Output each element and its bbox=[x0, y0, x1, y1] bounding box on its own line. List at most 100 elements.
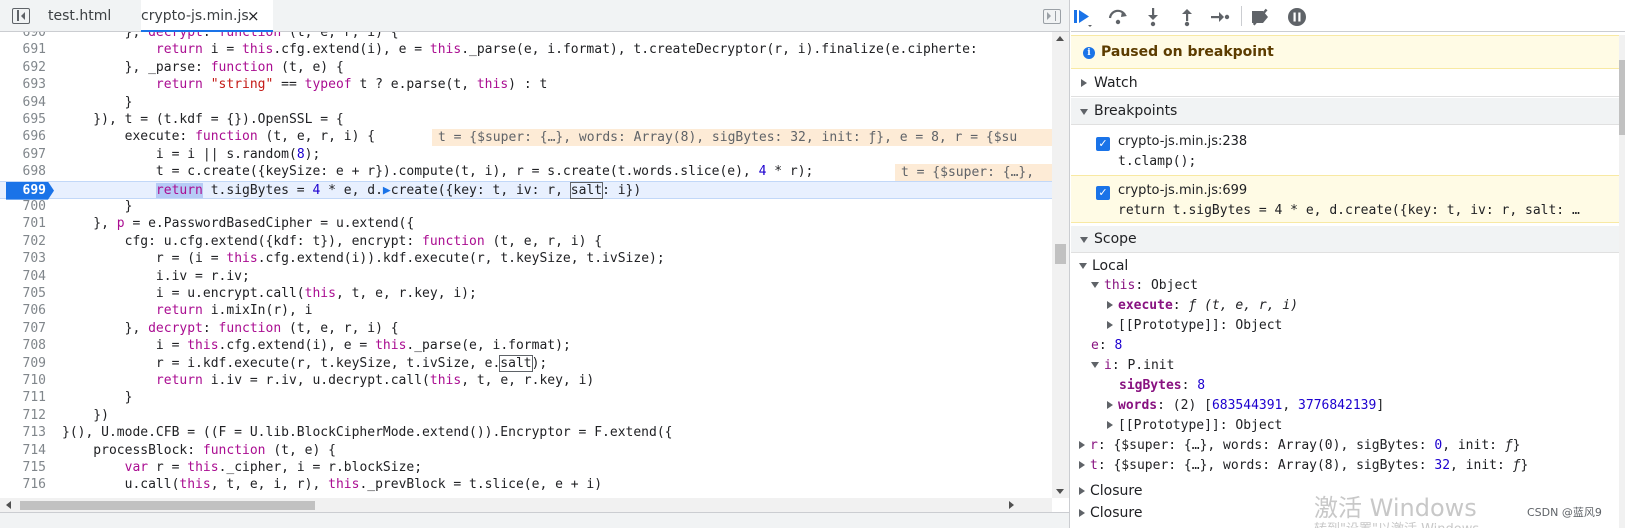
code-line[interactable]: 702 cfg: u.cfg.extend({kdf: t}), encrypt… bbox=[0, 233, 1052, 251]
line-number[interactable]: 712 bbox=[0, 407, 46, 425]
line-number[interactable]: 706 bbox=[0, 302, 46, 320]
code-line[interactable]: 706 return i.mixIn(r), i bbox=[0, 302, 1052, 320]
line-number[interactable]: 702 bbox=[0, 233, 46, 251]
section-scope[interactable]: Scope bbox=[1071, 226, 1619, 253]
line-number[interactable]: 704 bbox=[0, 268, 46, 286]
breakpoint-item[interactable]: ✓ crypto-js.min.js:238 t.clamp(); bbox=[1071, 127, 1619, 175]
line-number[interactable]: 701 bbox=[0, 215, 46, 233]
editor-horizontal-scrollbar[interactable] bbox=[0, 498, 1052, 512]
breakpoint-marker[interactable]: 699 bbox=[6, 181, 54, 200]
breakpoint-checkbox[interactable]: ✓ bbox=[1096, 186, 1110, 200]
scope-variable[interactable]: execute: ƒ (t, e, r, i) bbox=[1107, 296, 1298, 316]
code-line[interactable]: 710 return i.iv = r.iv, u.decrypt.call(t… bbox=[0, 372, 1052, 390]
line-number[interactable]: 711 bbox=[0, 389, 46, 407]
scroll-up-icon[interactable] bbox=[1056, 36, 1064, 41]
code-line[interactable]: 714 processBlock: function (t, e) { bbox=[0, 442, 1052, 460]
pause-on-exceptions-icon[interactable] bbox=[1286, 6, 1308, 26]
editor-vertical-scrollbar[interactable] bbox=[1052, 32, 1069, 498]
line-number[interactable]: 703 bbox=[0, 250, 46, 268]
tab-crypto-js-label: crypto-js.min.js bbox=[141, 8, 249, 24]
line-number[interactable]: 695 bbox=[0, 111, 46, 129]
code-line[interactable]: 697 i = i || s.random(8); bbox=[0, 146, 1052, 164]
line-number[interactable]: 693 bbox=[0, 76, 46, 94]
scope-variable[interactable]: this: Object bbox=[1091, 276, 1198, 296]
code-line[interactable]: 712 }) bbox=[0, 407, 1052, 425]
line-number[interactable]: 696 bbox=[0, 128, 46, 146]
code-line[interactable]: 693 return "string" == typeof t ? e.pars… bbox=[0, 76, 1052, 94]
line-number[interactable]: 710 bbox=[0, 372, 46, 390]
code-line[interactable]: 709 r = i.kdf.execute(r, t.keySize, t.iv… bbox=[0, 354, 1052, 373]
deactivate-breakpoints-icon[interactable] bbox=[1249, 6, 1271, 26]
scrollbar-thumb[interactable] bbox=[20, 501, 315, 510]
line-number[interactable]: 709 bbox=[0, 355, 46, 373]
step-out-icon[interactable] bbox=[1176, 6, 1198, 27]
code-line[interactable]: 694 } bbox=[0, 94, 1052, 112]
code-line[interactable]: 698 t = c.create({keySize: e + r}).compu… bbox=[0, 163, 1052, 182]
scope-variable[interactable]: r: {$super: {…}, words: Array(0), sigByt… bbox=[1079, 436, 1520, 456]
code-line[interactable]: 704 i.iv = r.iv; bbox=[0, 268, 1052, 286]
line-number[interactable]: 698 bbox=[0, 163, 46, 181]
line-number[interactable]: 713 bbox=[0, 424, 46, 442]
scope-local[interactable]: Local bbox=[1079, 256, 1128, 276]
line-number[interactable]: 694 bbox=[0, 94, 46, 112]
code-line[interactable]: 715 var r = this._cipher, i = r.blockSiz… bbox=[0, 459, 1052, 477]
scope-variable[interactable]: [[Prototype]]: Object bbox=[1107, 416, 1282, 436]
toggle-navigator-icon[interactable] bbox=[12, 8, 30, 24]
resume-icon[interactable] bbox=[1071, 6, 1093, 27]
code-line[interactable]: 711 } bbox=[0, 389, 1052, 407]
code-line[interactable]: 692 }, _parse: function (t, e) { bbox=[0, 59, 1052, 77]
code-line[interactable]: 701 }, p = e.PasswordBasedCipher = u.ext… bbox=[0, 215, 1052, 233]
scope-variable[interactable]: t: {$super: {…}, words: Array(8), sigByt… bbox=[1079, 456, 1528, 476]
scope-variable[interactable]: words: (2) [683544391, 3776842139] bbox=[1107, 396, 1384, 416]
debugger-scrollbar[interactable] bbox=[1619, 35, 1625, 528]
step-into-icon[interactable] bbox=[1142, 6, 1164, 27]
line-number[interactable]: 697 bbox=[0, 146, 46, 164]
scope-closure[interactable]: Closure bbox=[1079, 503, 1142, 523]
code-area[interactable]: 690 }, decrypt: function (t, e, r, i) {6… bbox=[0, 32, 1052, 498]
line-number[interactable]: 716 bbox=[0, 476, 46, 494]
scroll-right-icon[interactable] bbox=[1009, 501, 1014, 509]
line-number[interactable]: 715 bbox=[0, 459, 46, 477]
step-icon[interactable] bbox=[1209, 6, 1231, 26]
scrollbar-thumb[interactable] bbox=[1055, 244, 1066, 264]
code-line[interactable]: 700 } bbox=[0, 198, 1052, 216]
breakpoint-location: crypto-js.min.js:699 bbox=[1118, 183, 1248, 198]
code-text: }(), U.mode.CFB = ((F = U.lib.BlockCiphe… bbox=[62, 425, 673, 441]
line-number[interactable]: 691 bbox=[0, 41, 46, 59]
section-breakpoints[interactable]: Breakpoints bbox=[1071, 98, 1619, 125]
line-number[interactable]: 705 bbox=[0, 285, 46, 303]
code-line[interactable]: 713 }(), U.mode.CFB = ((F = U.lib.BlockCi… bbox=[0, 424, 1052, 442]
scope-variable[interactable]: [[Prototype]]: Object bbox=[1107, 316, 1282, 336]
breakpoint-item-active[interactable]: ✓ crypto-js.min.js:699 return t.sigBytes… bbox=[1071, 175, 1619, 223]
section-watch[interactable]: Watch bbox=[1071, 70, 1619, 97]
scope-variable[interactable]: sigBytes: 8 bbox=[1119, 376, 1205, 396]
line-number[interactable]: 692 bbox=[0, 59, 46, 77]
code-line-breakpoint[interactable]: 699 return t.sigBytes = 4 * e, d.▶create… bbox=[0, 180, 1052, 200]
code-line[interactable]: 691 return i = this.cfg.extend(i), e = t… bbox=[0, 41, 1052, 59]
line-number[interactable]: 707 bbox=[0, 320, 46, 338]
line-number[interactable]: 708 bbox=[0, 337, 46, 355]
scroll-down-icon[interactable] bbox=[1056, 489, 1064, 494]
code-line[interactable]: 695 }), t = (t.kdf = {}).OpenSSL = { bbox=[0, 111, 1052, 129]
tab-crypto-js[interactable]: crypto-js.min.js × bbox=[141, 0, 273, 32]
toggle-debugger-icon[interactable] bbox=[1043, 9, 1061, 24]
line-number[interactable]: 700 bbox=[0, 198, 46, 216]
code-line[interactable]: 707 }, decrypt: function (t, e, r, i) { bbox=[0, 320, 1052, 338]
line-number[interactable]: 714 bbox=[0, 442, 46, 460]
code-line[interactable]: 703 r = (i = this.cfg.extend(i)).kdf.exe… bbox=[0, 250, 1052, 268]
code-text: }, decrypt: function (t, e, r, i) { bbox=[62, 320, 399, 336]
editor-tab-bar: test.html crypto-js.min.js × bbox=[0, 0, 1069, 32]
scope-closure[interactable]: Closure bbox=[1079, 481, 1142, 501]
code-line[interactable]: 705 i = u.encrypt.call(this, t, e, r.key… bbox=[0, 285, 1052, 303]
scroll-left-icon[interactable] bbox=[6, 501, 11, 509]
tab-test-html[interactable]: test.html bbox=[48, 0, 111, 32]
close-tab-icon[interactable]: × bbox=[247, 0, 260, 32]
step-over-icon[interactable] bbox=[1107, 6, 1129, 26]
code-line[interactable]: 696 execute: function (t, e, r, i) {t = … bbox=[0, 128, 1052, 147]
code-line[interactable]: 716 u.call(this, t, e, i, r), this._prev… bbox=[0, 476, 1052, 494]
breakpoint-checkbox[interactable]: ✓ bbox=[1096, 137, 1110, 151]
scope-variable[interactable]: e: 8 bbox=[1091, 336, 1122, 356]
scope-variable[interactable]: i: P.init bbox=[1091, 356, 1174, 376]
code-line[interactable]: 708 i = this.cfg.extend(i), e = this._pa… bbox=[0, 337, 1052, 355]
scrollbar-thumb[interactable] bbox=[1619, 60, 1625, 135]
